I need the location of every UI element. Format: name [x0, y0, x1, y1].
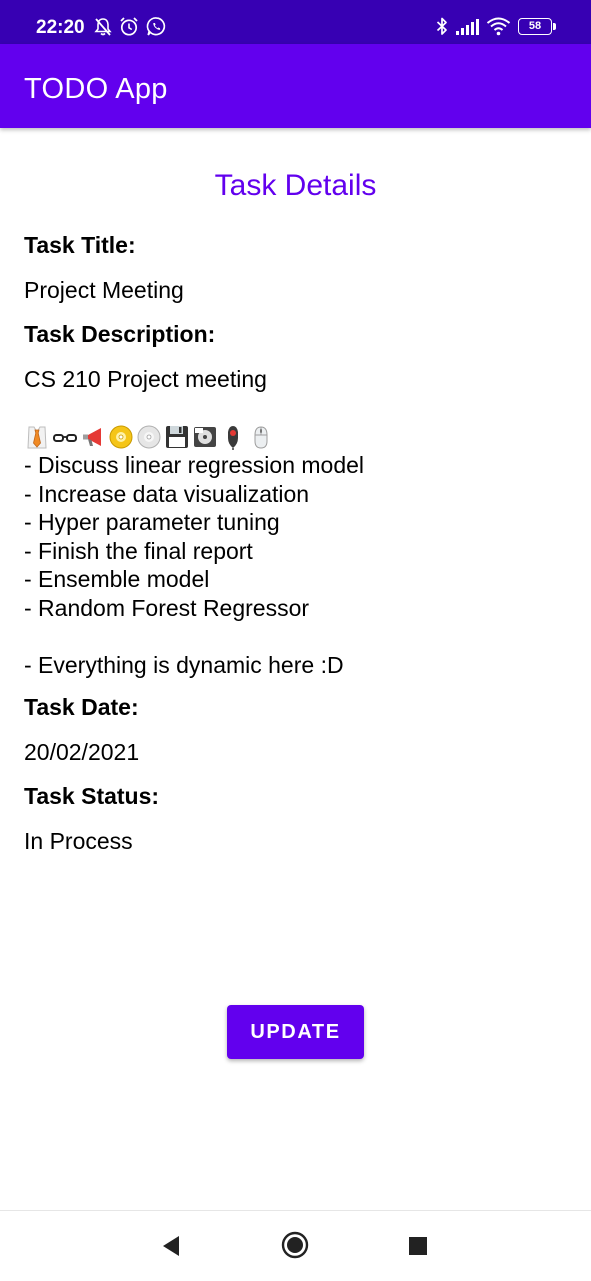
alarm-icon: [120, 17, 138, 36]
task-date-value: 20/02/2021: [24, 739, 140, 765]
dvd-emoji: [109, 425, 133, 449]
description-line: - Hyper parameter tuning: [24, 509, 280, 535]
whatsapp-icon: [146, 17, 166, 36]
task-description-label: Task Description:: [24, 321, 216, 347]
task-status-value: In Process: [24, 828, 133, 854]
task-date-label: Task Date:: [24, 694, 139, 720]
app-title: TODO App: [24, 73, 168, 105]
description-emoji-row: [24, 423, 364, 451]
description-line: - Increase data visualization: [24, 480, 310, 507]
home-icon[interactable]: [281, 1231, 309, 1259]
description-line: - Discuss linear regression model: [24, 452, 365, 478]
task-status-label: Task Status:: [24, 783, 160, 809]
cd-emoji: [137, 425, 161, 449]
status-bar: 22:20 58: [0, 0, 591, 44]
description-line: - Finish the final report: [24, 537, 253, 564]
mouse-emoji: [254, 426, 268, 449]
system-navigation-bar: [0, 1210, 591, 1281]
signal-icon: [456, 19, 479, 35]
task-title-value: Project Meeting: [24, 277, 184, 303]
battery-level: 58: [528, 20, 542, 32]
necktie-emoji: [27, 426, 47, 449]
app-bar: TODO App: [0, 44, 591, 128]
update-button[interactable]: UPDATE: [227, 1005, 364, 1059]
bluetooth-icon: [436, 17, 447, 35]
description-line: - Everything is dynamic here :D: [24, 651, 344, 678]
glasses-emoji: [53, 434, 77, 442]
minidisc-emoji: [194, 427, 216, 447]
back-icon[interactable]: [161, 1235, 181, 1257]
description-line: - Random Forest Regressor: [24, 594, 310, 621]
description-line: - Ensemble model: [24, 566, 210, 592]
floppy-disk-emoji: [166, 426, 188, 448]
task-description-body: - Discuss linear regression model - Incr…: [24, 423, 364, 679]
battery-icon: 58: [518, 18, 552, 35]
wifi-icon: [486, 17, 511, 36]
recents-icon[interactable]: [408, 1236, 428, 1256]
task-title-label: Task Title:: [24, 232, 136, 258]
computer-mouse-emoji: [228, 426, 238, 450]
status-time: 22:20: [36, 17, 85, 38]
page-title: Task Details: [214, 169, 377, 202]
battery-tip: [553, 23, 556, 30]
notifications-off-icon: [94, 18, 112, 36]
task-description-first-line: CS 210 Project meeting: [24, 366, 267, 392]
description-line: [24, 622, 364, 651]
megaphone-emoji: [83, 428, 101, 446]
